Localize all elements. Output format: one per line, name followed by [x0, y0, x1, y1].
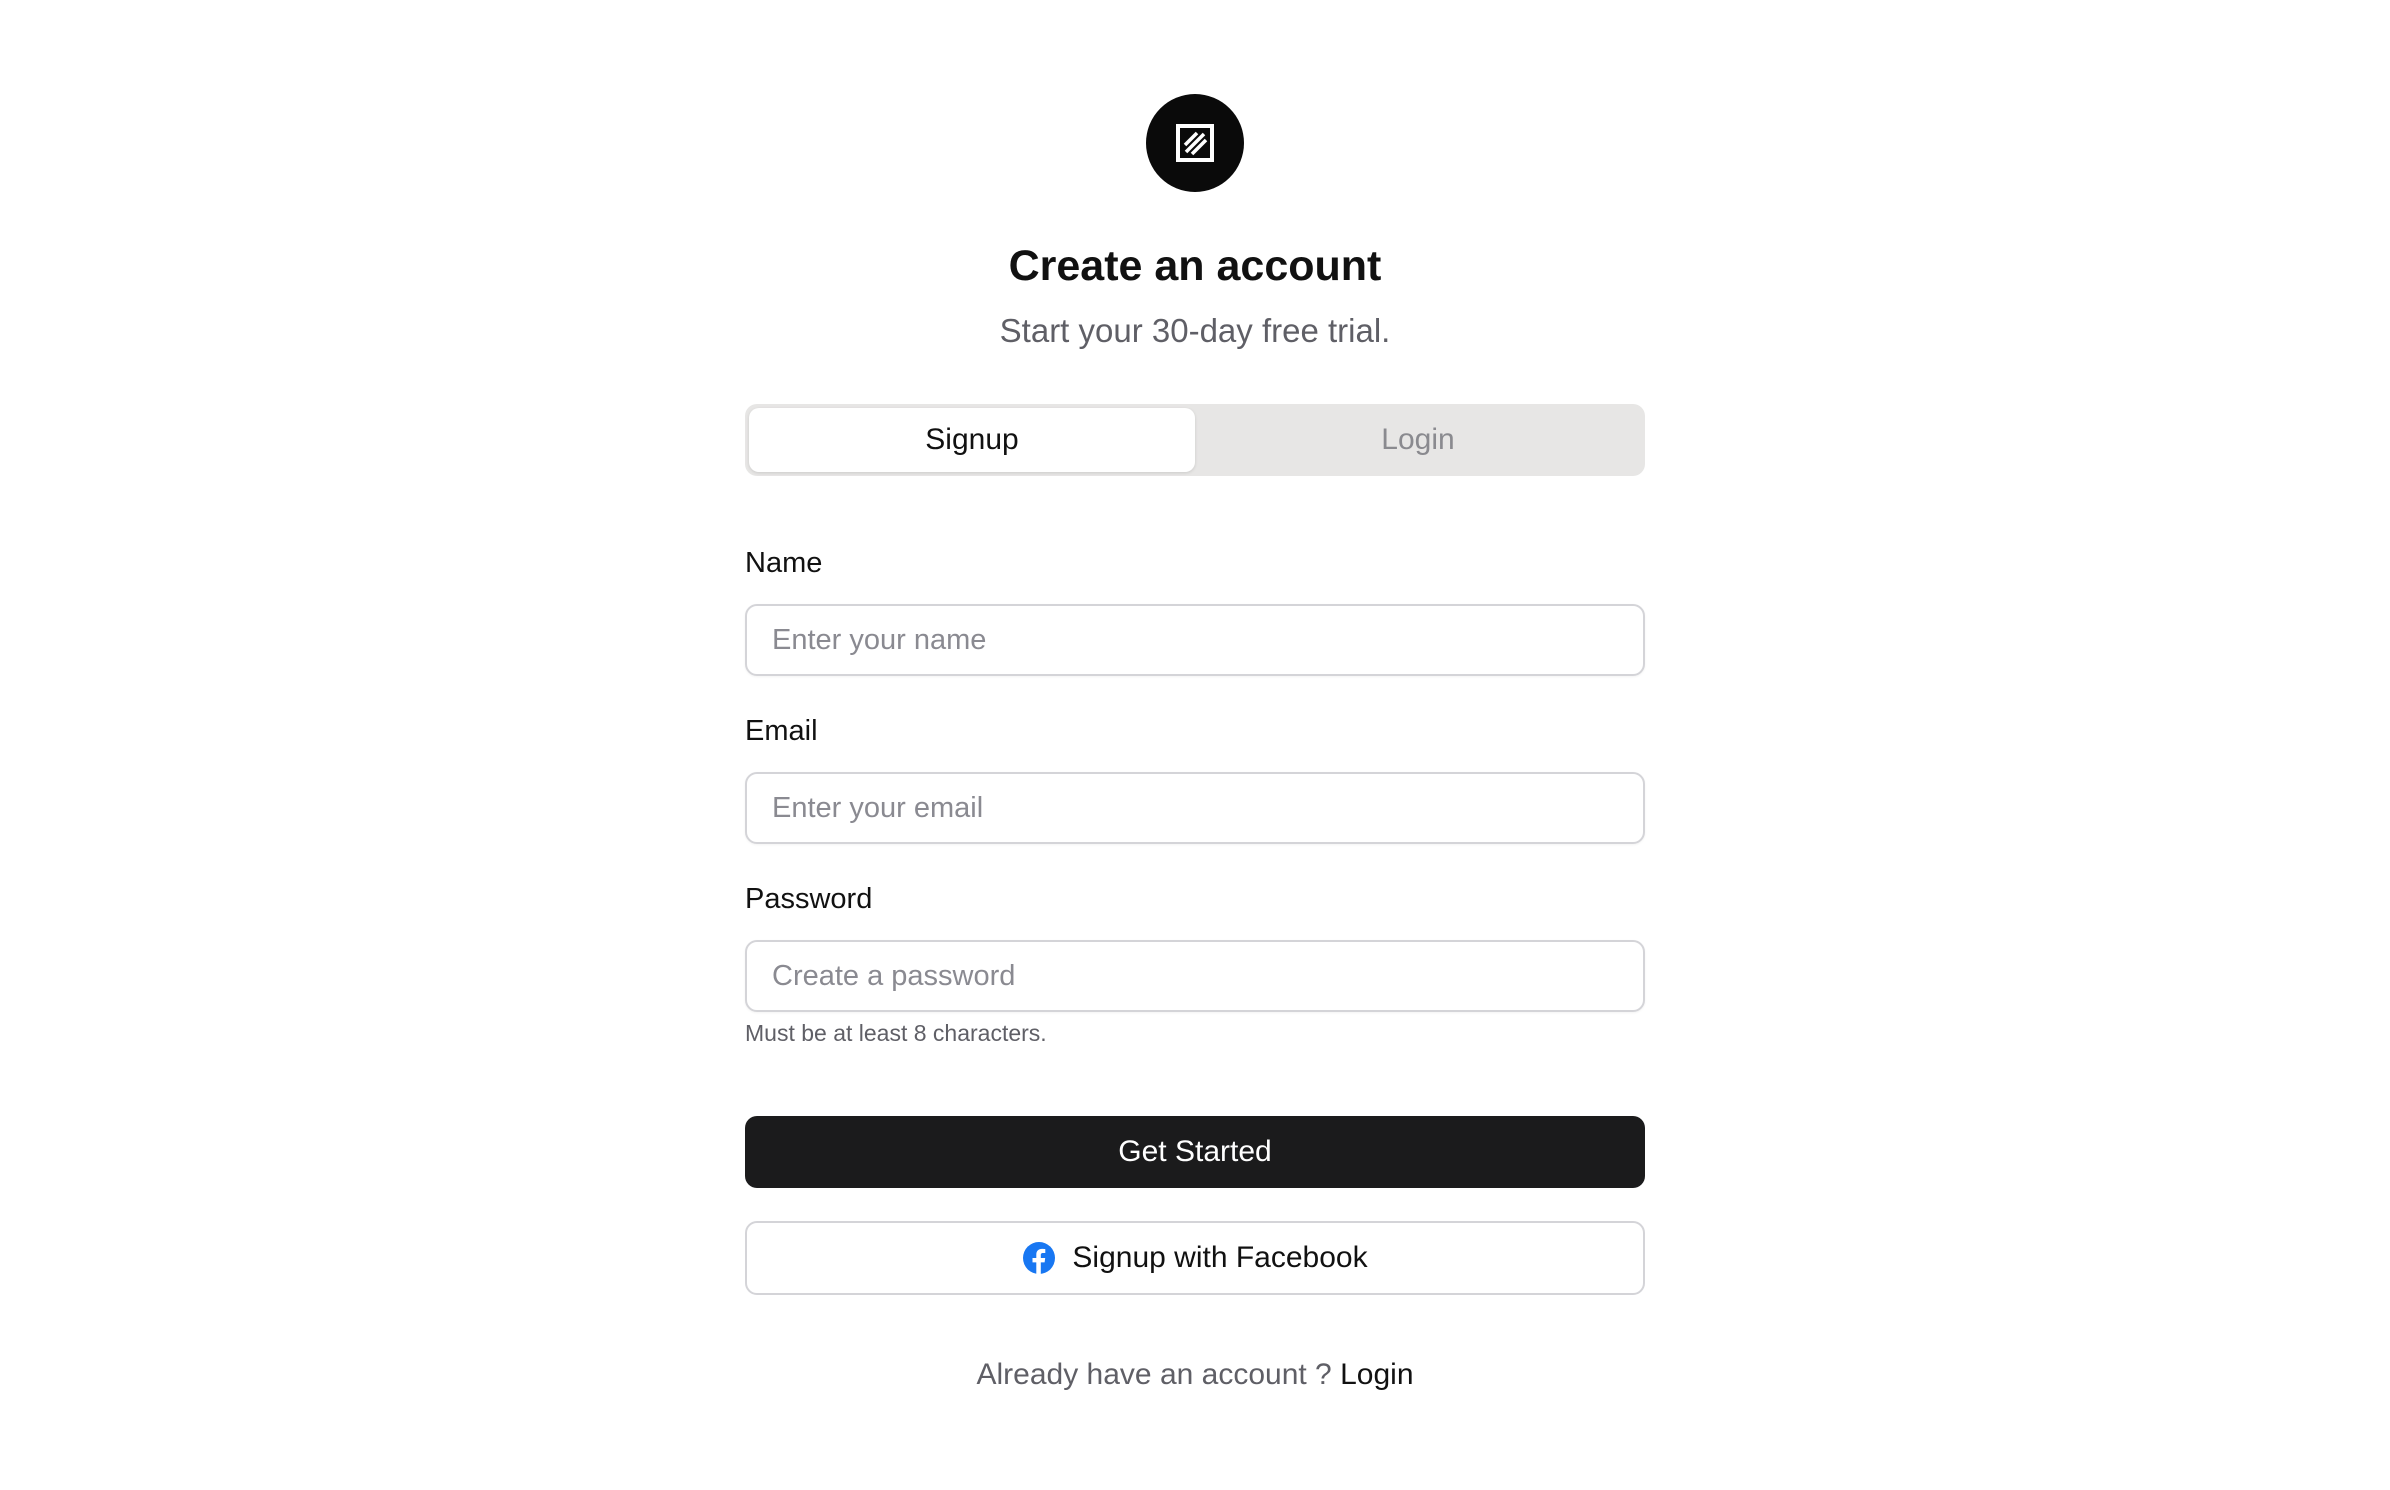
tab-signup[interactable]: Signup	[749, 408, 1195, 472]
footer-text: Already have an account ?	[976, 1358, 1332, 1391]
email-field[interactable]	[745, 772, 1645, 844]
signup-page: Create an account Start your 30-day free…	[0, 0, 2390, 1490]
name-label: Name	[745, 547, 823, 579]
tab-login[interactable]: Login	[1195, 408, 1641, 472]
name-field[interactable]	[745, 604, 1645, 676]
signup-facebook-button[interactable]: Signup with Facebook	[745, 1221, 1645, 1295]
email-label: Email	[745, 715, 818, 747]
facebook-icon	[1023, 1242, 1056, 1274]
page-title: Create an account	[1008, 242, 1382, 290]
footer-login-link[interactable]: Login	[1340, 1358, 1413, 1391]
signup-facebook-label: Signup with Facebook	[1072, 1241, 1368, 1274]
password-hint: Must be at least 8 characters.	[745, 1020, 1047, 1046]
logo	[1146, 94, 1244, 192]
footer-login-prompt: Already have an account ? Login	[0, 1358, 2390, 1392]
square-diagonal-lines-icon	[1176, 124, 1214, 162]
get-started-button[interactable]: Get Started	[745, 1116, 1645, 1188]
page-subtitle: Start your 30-day free trial.	[999, 312, 1391, 349]
password-field[interactable]	[745, 940, 1645, 1012]
auth-tabs: Signup Login	[745, 404, 1645, 476]
password-label: Password	[745, 883, 873, 915]
